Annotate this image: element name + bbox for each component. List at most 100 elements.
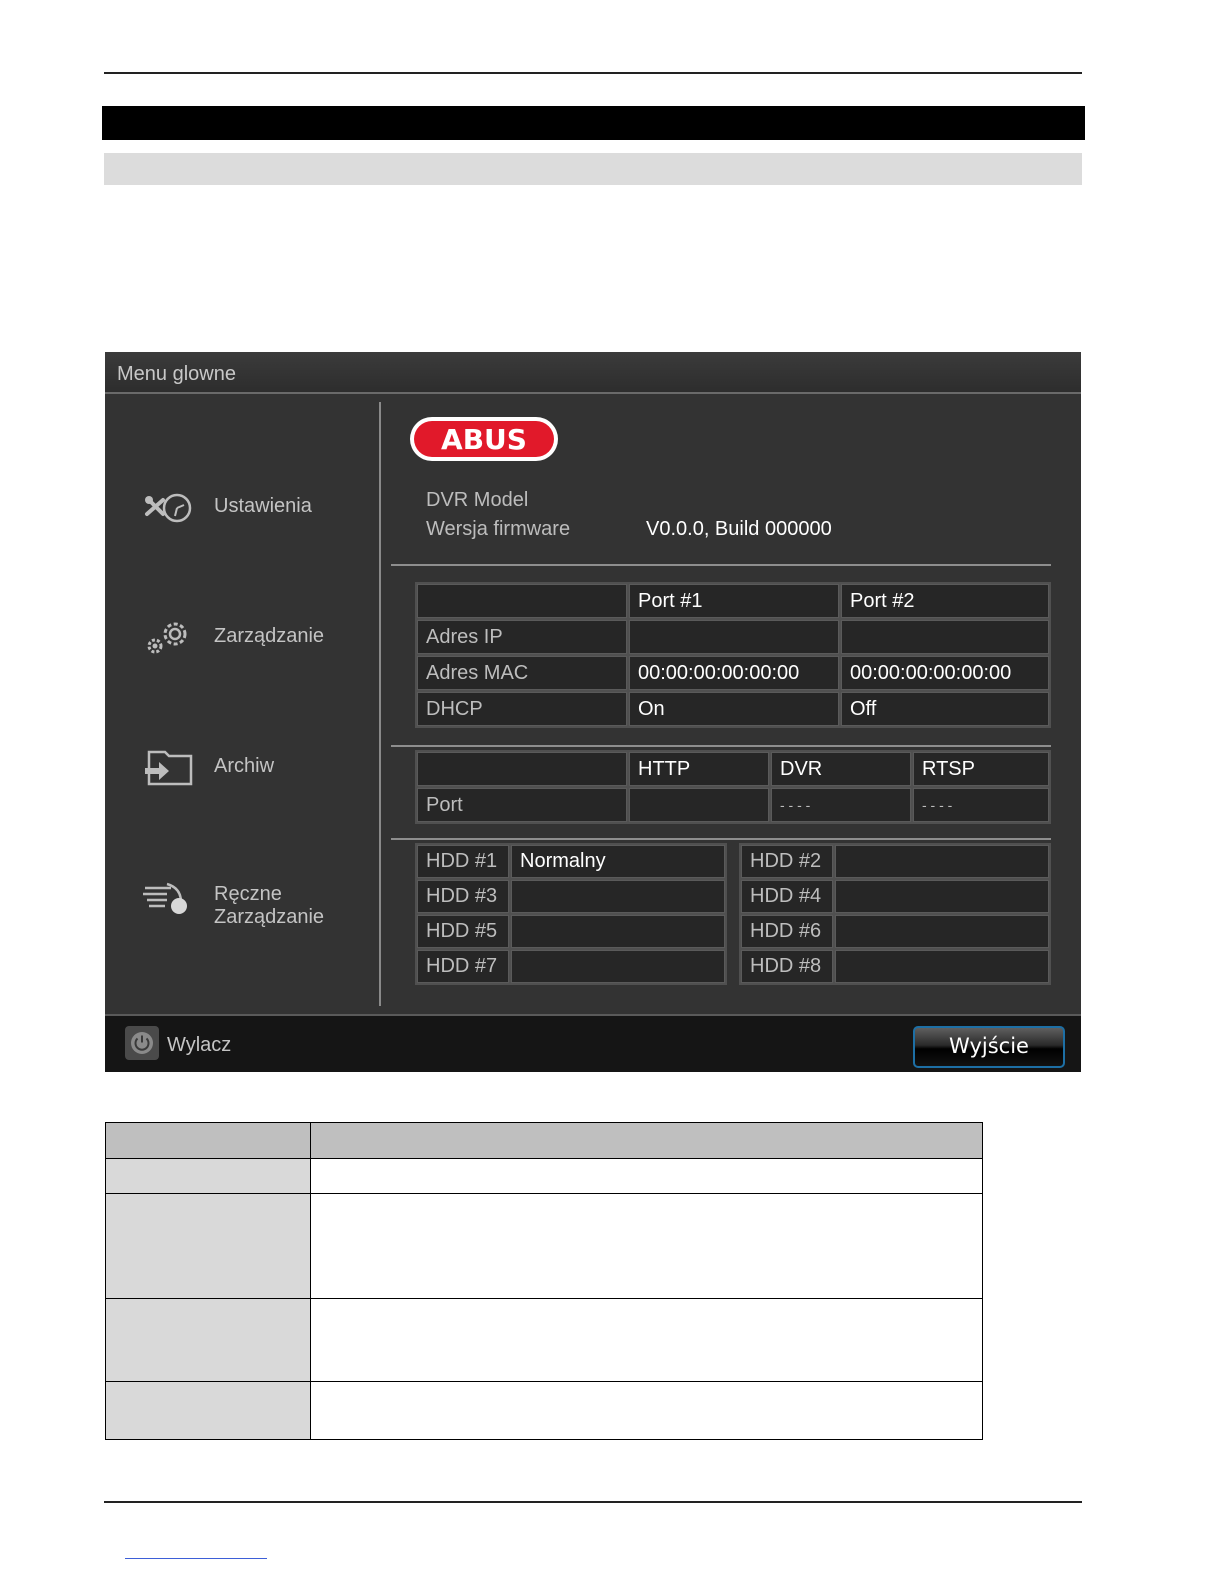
table-header-rtsp: RTSP [913, 752, 1049, 786]
hdd-label: HDD #3 [417, 880, 509, 913]
window-title: Menu glowne [117, 363, 236, 385]
table-row: HDD #5 [417, 915, 725, 948]
table-row: HDD #7 [417, 950, 725, 983]
sidebar-item-zarzadzanie[interactable]: Zarządzanie [141, 612, 371, 664]
dhcp-port1: On [629, 692, 839, 726]
dvr-port-value: - - - - [771, 788, 911, 822]
power-icon [131, 1032, 153, 1054]
section-divider [391, 564, 1051, 566]
hdd-status [835, 845, 1049, 878]
sidebar-item-label: Ustawienia [214, 495, 312, 517]
http-port-value [629, 788, 769, 822]
table-header-cell [417, 752, 627, 786]
section-divider [391, 745, 1051, 747]
sidebar-divider [379, 402, 381, 1006]
sidebar-item-archiw[interactable]: Archiw [141, 742, 371, 794]
table-row: HDD #4 [741, 880, 1049, 913]
network-table: Port #1 Port #2 Adres IP Adres MAC 00:00… [415, 582, 1051, 728]
hdd-label: HDD #6 [741, 915, 833, 948]
section-divider [391, 838, 1051, 840]
table-cell [105, 1158, 311, 1194]
firmware-value: V0.0.0, Build 000000 [646, 518, 832, 540]
subsection-header-bar [104, 153, 1082, 185]
hdd-status [511, 915, 725, 948]
hdd-status [835, 950, 1049, 983]
manual-icon [143, 882, 187, 914]
window-titlebar: Menu glowne [105, 352, 1081, 394]
row-label: Adres MAC [417, 656, 627, 690]
table-header-cell [417, 584, 627, 618]
table-cell [105, 1298, 311, 1382]
hdd-label: HDD #5 [417, 915, 509, 948]
table-row: HDD #1 Normalny [417, 845, 725, 878]
bottom-bar: Wylacz Wyjście [105, 1014, 1081, 1072]
hdd-status [835, 880, 1049, 913]
table-cell [310, 1298, 983, 1382]
table-cell [310, 1158, 983, 1194]
sidebar-item-label: Zarządzanie [214, 625, 325, 647]
model-label: DVR Model [426, 489, 529, 511]
exit-button[interactable]: Wyjście [913, 1026, 1065, 1068]
gears-icon [147, 622, 187, 654]
row-label: Adres IP [417, 620, 627, 654]
table-row [105, 1381, 983, 1440]
hdd-label: HDD #8 [741, 950, 833, 983]
table-header-port1: Port #1 [629, 584, 839, 618]
table-cell [310, 1193, 983, 1299]
mac-port2: 00:00:00:00:00:00 [841, 656, 1049, 690]
top-rule [104, 72, 1082, 74]
firmware-label: Wersja firmware [426, 518, 571, 540]
logo-text: ABUS [441, 423, 527, 456]
mac-port1: 00:00:00:00:00:00 [629, 656, 839, 690]
archive-icon [145, 750, 193, 786]
table-row: Adres IP [417, 620, 1049, 654]
hdd-label: HDD #4 [741, 880, 833, 913]
sidebar-item-label-line2: Zarządzanie [214, 906, 325, 928]
ports-table: HTTP DVR RTSP Port - - - - - - - - [415, 750, 1051, 824]
hdd-label: HDD #7 [417, 950, 509, 983]
hdd-status [511, 950, 725, 983]
table-row [105, 1193, 983, 1299]
bottom-rule [104, 1501, 1082, 1503]
tools-icon [145, 493, 192, 523]
rtsp-port-value: - - - - [913, 788, 1049, 822]
table-row: DHCP On Off [417, 692, 1049, 726]
row-label: Port [417, 788, 627, 822]
table-row [105, 1158, 983, 1194]
dvr-main-menu-screen: Menu glowne Ustawienia Zarządzanie Archi… [105, 352, 1081, 1072]
table-row: Adres MAC 00:00:00:00:00:00 00:00:00:00:… [417, 656, 1049, 690]
table-row: HDD #2 [741, 845, 1049, 878]
row-label: DHCP [417, 692, 627, 726]
hdd-label: HDD #1 [417, 845, 509, 878]
hdd-status [835, 915, 1049, 948]
hdd-table-left: HDD #1 Normalny HDD #3 HDD #5 HDD #7 [415, 843, 727, 985]
table-header-port2: Port #2 [841, 584, 1049, 618]
table-header-dvr: DVR [771, 752, 911, 786]
table-header-cell [105, 1122, 311, 1159]
sidebar-item-reczne-zarzadzanie[interactable]: Ręczne Zarządzanie [141, 874, 371, 928]
table-header-row [105, 1122, 983, 1159]
footer-link-underline [125, 1558, 267, 1559]
hdd-label: HDD #2 [741, 845, 833, 878]
sidebar-item-label: Archiw [214, 755, 275, 777]
power-button[interactable] [125, 1026, 159, 1060]
table-cell [105, 1381, 311, 1440]
table-header-cell [310, 1122, 983, 1159]
table-row [105, 1298, 983, 1382]
table-row: HDD #3 [417, 880, 725, 913]
table-row: HDD #6 [741, 915, 1049, 948]
ip-port2 [841, 620, 1049, 654]
section-header-bar [102, 106, 1085, 140]
power-label[interactable]: Wylacz [167, 1034, 231, 1057]
table-cell [105, 1193, 311, 1299]
table-row: Port - - - - - - - - [417, 788, 1049, 822]
ip-port1 [629, 620, 839, 654]
dhcp-port2: Off [841, 692, 1049, 726]
sidebar-item-label-line1: Ręczne [214, 883, 282, 905]
sidebar-item-ustawienia[interactable]: Ustawienia [141, 482, 371, 534]
hdd-table-right: HDD #2 HDD #4 HDD #6 HDD #8 [739, 843, 1051, 985]
table-header-http: HTTP [629, 752, 769, 786]
table-row: HDD #8 [741, 950, 1049, 983]
hdd-status [511, 880, 725, 913]
table-cell [310, 1381, 983, 1440]
